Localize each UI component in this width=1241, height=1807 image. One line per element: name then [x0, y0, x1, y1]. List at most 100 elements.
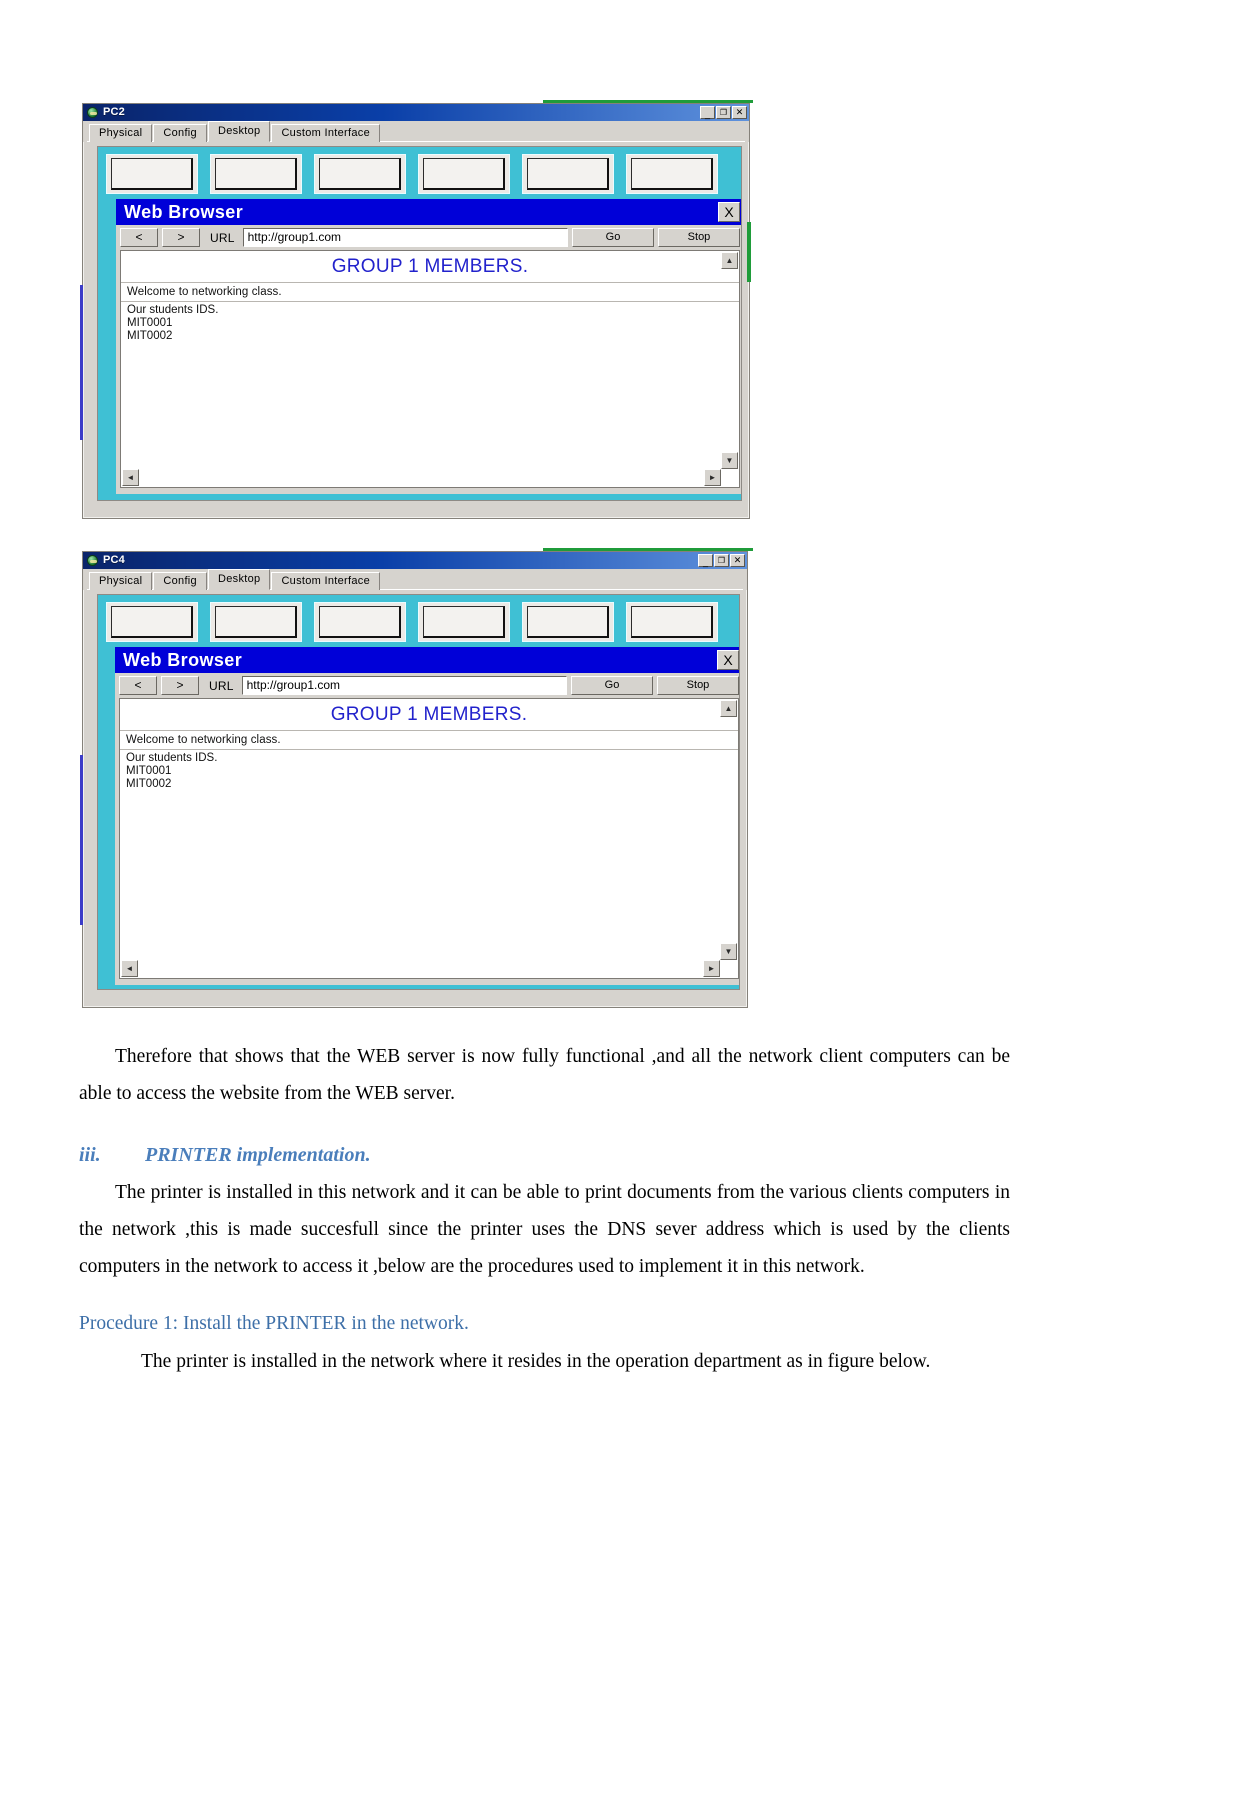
scan-artifact-green-line	[543, 100, 753, 103]
browser-titlebar: Web Browser X	[116, 199, 741, 225]
tab-desktop[interactable]: Desktop	[207, 121, 271, 142]
subheading-numeral: iii.	[79, 1144, 101, 1166]
desktop-app-icon[interactable]	[314, 154, 406, 194]
scroll-left-arrow-icon[interactable]: ◄	[122, 469, 139, 486]
page-ids-block: Our students IDS. MIT0001 MIT0002	[121, 302, 739, 343]
document-page: PC2 _ ❐ ✕ Physical Config Desktop Custom…	[0, 0, 1241, 1807]
page-ids-label: Our students IDS.	[127, 304, 219, 316]
desktop-app-icon[interactable]	[106, 154, 198, 194]
go-button[interactable]: Go	[572, 228, 654, 247]
desktop-app-icon[interactable]	[106, 602, 198, 642]
window-titlebar: PC2 _ ❐ ✕	[83, 104, 749, 121]
page-ids-block: Our students IDS. MIT0001 MIT0002	[120, 750, 738, 791]
page-heading: GROUP 1 MEMBERS.	[331, 256, 529, 277]
maximize-button[interactable]: ❐	[716, 106, 731, 119]
desktop-icon-row	[106, 602, 731, 644]
scan-artifact-blue-bar	[80, 755, 83, 925]
window-titlebar: PC4 _ ❐ ✕	[83, 552, 747, 569]
forward-button[interactable]: >	[162, 228, 200, 247]
stop-button[interactable]: Stop	[657, 676, 739, 695]
window-title: PC4	[103, 554, 125, 566]
scan-artifact-blue-bar	[80, 285, 83, 440]
paragraph-web-server-conclusion: Therefore that shows that the WEB server…	[79, 1046, 1010, 1104]
desktop-app-icon[interactable]	[626, 154, 718, 194]
go-button[interactable]: Go	[571, 676, 653, 695]
desktop-app-icon[interactable]	[210, 154, 302, 194]
packet-tracer-window-pc2: PC2 _ ❐ ✕ Physical Config Desktop Custom…	[82, 100, 753, 519]
back-button[interactable]: <	[120, 228, 158, 247]
desktop-app-icon[interactable]	[626, 602, 718, 642]
page-ids-label: Our students IDS.	[126, 752, 218, 764]
scroll-right-arrow-icon[interactable]: ►	[704, 469, 721, 486]
tab-physical[interactable]: Physical	[89, 572, 153, 590]
subheading-printer-implementation: iii. PRINTER implementation.	[79, 1138, 1010, 1172]
tab-desktop[interactable]: Desktop	[207, 569, 271, 590]
browser-toolbar: < > URL http://group1.com Go Stop	[115, 673, 739, 698]
scan-artifact-green-line	[543, 548, 753, 551]
packet-tracer-globe-icon	[86, 106, 99, 119]
web-browser-window: Web Browser X < > URL http://group1.com …	[116, 199, 741, 494]
page-welcome-text: Welcome to networking class.	[126, 734, 281, 746]
desktop-canvas: Web Browser X < > URL http://group1.com …	[97, 146, 742, 501]
packet-tracer-globe-icon	[86, 554, 99, 567]
scroll-up-arrow-icon[interactable]: ▲	[720, 700, 737, 717]
page-id-value: MIT0002	[126, 778, 172, 790]
browser-page-viewport: GROUP 1 MEMBERS. Welcome to networking c…	[120, 250, 740, 488]
paragraph-printer-description: The printer is installed in this network…	[79, 1182, 1010, 1277]
url-input[interactable]: http://group1.com	[242, 228, 568, 247]
scroll-up-arrow-icon[interactable]: ▲	[721, 252, 738, 269]
minimize-button[interactable]: _	[698, 554, 713, 567]
browser-toolbar: < > URL http://group1.com Go Stop	[116, 225, 741, 250]
tab-strip: Physical Config Desktop Custom Interface	[83, 121, 749, 142]
subheading-text: PRINTER implementation.	[145, 1144, 371, 1166]
desktop-canvas: Web Browser X < > URL http://group1.com …	[97, 594, 740, 990]
forward-button[interactable]: >	[161, 676, 199, 695]
minimize-button[interactable]: _	[700, 106, 715, 119]
browser-close-button[interactable]: X	[718, 202, 740, 222]
document-body: Therefore that shows that the WEB server…	[79, 1038, 1010, 1380]
desktop-app-icon[interactable]	[418, 602, 510, 642]
tab-config[interactable]: Config	[153, 572, 207, 590]
desktop-app-icon[interactable]	[522, 602, 614, 642]
browser-close-button[interactable]: X	[717, 650, 739, 670]
scroll-down-arrow-icon[interactable]: ▼	[721, 452, 738, 469]
back-button[interactable]: <	[119, 676, 157, 695]
window-controls: _ ❐ ✕	[698, 554, 745, 567]
url-label: URL	[209, 678, 234, 693]
page-heading: GROUP 1 MEMBERS.	[330, 704, 528, 725]
scroll-left-arrow-icon[interactable]: ◄	[121, 960, 138, 977]
paragraph-printer-location: The printer is installed in the network …	[141, 1351, 931, 1372]
page-content: GROUP 1 MEMBERS. Welcome to networking c…	[121, 251, 739, 487]
desktop-app-icon[interactable]	[210, 602, 302, 642]
tab-strip: Physical Config Desktop Custom Interface	[83, 569, 747, 590]
close-button[interactable]: ✕	[732, 106, 747, 119]
page-id-value: MIT0001	[126, 765, 172, 777]
window-title: PC2	[103, 106, 125, 118]
packet-tracer-window-pc4: PC4 _ ❐ ✕ Physical Config Desktop Custom…	[82, 548, 753, 1008]
desktop-app-icon[interactable]	[418, 154, 510, 194]
page-id-value: MIT0001	[127, 317, 173, 329]
procedure-1-heading: Procedure 1: Install the PRINTER in the …	[79, 1313, 469, 1334]
scroll-right-arrow-icon[interactable]: ►	[703, 960, 720, 977]
desktop-icon-row	[106, 154, 733, 196]
tab-physical[interactable]: Physical	[89, 124, 153, 142]
tab-custom-interface[interactable]: Custom Interface	[271, 572, 380, 590]
url-input[interactable]: http://group1.com	[241, 676, 567, 695]
browser-title: Web Browser	[123, 650, 243, 670]
close-button[interactable]: ✕	[730, 554, 745, 567]
page-id-value: MIT0002	[127, 330, 173, 342]
url-label: URL	[210, 230, 235, 245]
desktop-app-icon[interactable]	[522, 154, 614, 194]
stop-button[interactable]: Stop	[658, 228, 740, 247]
web-browser-window: Web Browser X < > URL http://group1.com …	[115, 647, 739, 985]
maximize-button[interactable]: ❐	[714, 554, 729, 567]
tab-custom-interface[interactable]: Custom Interface	[271, 124, 380, 142]
window-controls: _ ❐ ✕	[700, 106, 747, 119]
browser-page-viewport: GROUP 1 MEMBERS. Welcome to networking c…	[119, 698, 739, 979]
scroll-down-arrow-icon[interactable]: ▼	[720, 943, 737, 960]
page-welcome-text: Welcome to networking class.	[127, 286, 282, 298]
tab-config[interactable]: Config	[153, 124, 207, 142]
browser-title: Web Browser	[124, 202, 244, 222]
scan-artifact-green-bar	[747, 222, 751, 282]
desktop-app-icon[interactable]	[314, 602, 406, 642]
